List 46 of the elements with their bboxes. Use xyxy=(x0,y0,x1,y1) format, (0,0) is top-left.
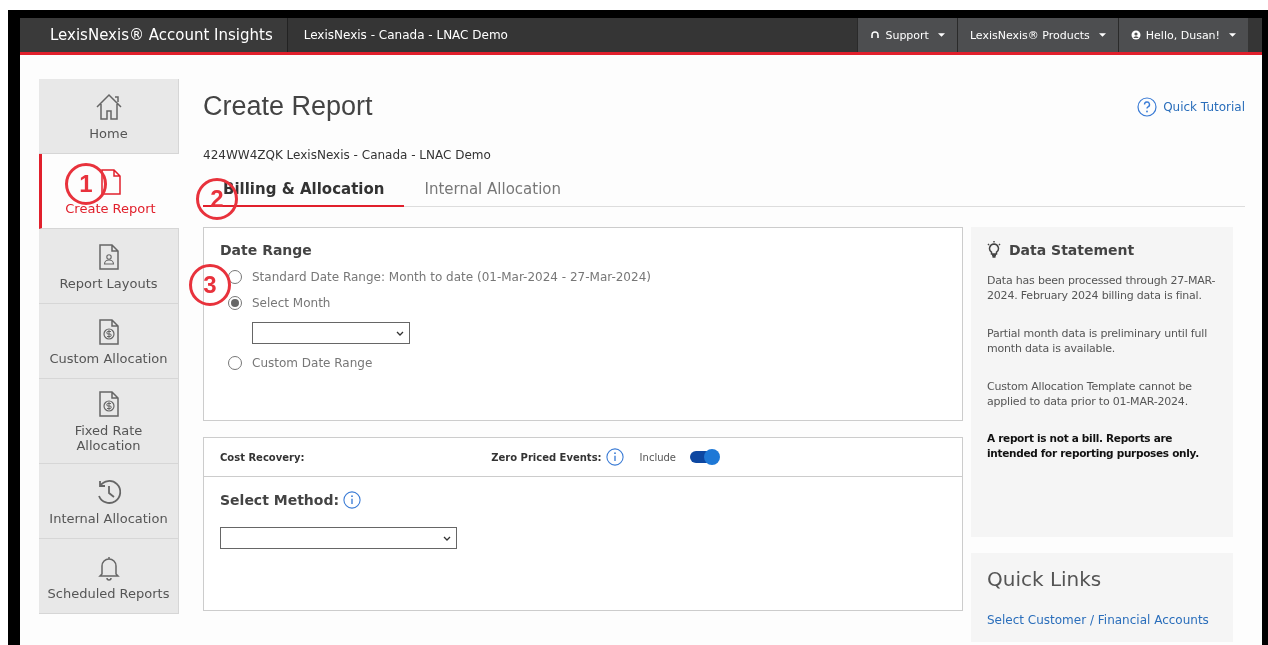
tab[interactable]: Internal Allocation xyxy=(404,174,581,207)
quick-link[interactable]: Select Customer / Financial Accounts xyxy=(987,613,1209,627)
statement-text: Custom Allocation Template cannot be applied to data prior to 01-MAR-2024. xyxy=(987,378,1193,410)
radio-label: Custom Date Range xyxy=(252,356,373,370)
chevron-down-icon xyxy=(443,536,451,541)
statement-text: A report is not a bill. Reports are intended for reporting purposes only. xyxy=(987,431,1200,461)
help-icon xyxy=(1137,96,1158,117)
nav-menu[interactable]: Support xyxy=(857,18,957,52)
sidebar-item[interactable]: Report Layouts xyxy=(39,229,179,304)
toggle-label: Include xyxy=(639,451,676,463)
app-brand[interactable]: LexisNexis® Account Insights xyxy=(20,18,288,52)
radio-label: Select Month xyxy=(252,296,331,310)
chevron-down-icon xyxy=(396,331,404,336)
panel-title: Quick Links xyxy=(987,567,1103,591)
nav-menu[interactable]: Hello, Dusan! xyxy=(1117,18,1248,52)
info-icon[interactable] xyxy=(605,448,624,466)
statement-text: Partial month data is preliminary until full month data is available. xyxy=(987,325,1208,357)
info-icon[interactable] xyxy=(343,491,362,509)
month-dropdown[interactable] xyxy=(252,322,410,344)
sidebar-item[interactable]: Custom Allocation xyxy=(39,304,179,379)
toggle-switch[interactable] xyxy=(690,451,718,463)
caret-icon xyxy=(937,32,945,38)
method-label: Select Method: xyxy=(220,492,340,508)
account-line: 424WW4ZQK LexisNexis - Canada - LNAC Demo xyxy=(203,148,492,162)
headset-icon xyxy=(870,30,881,40)
sidebar-item[interactable]: Fixed Rate Allocation xyxy=(39,379,179,464)
quick-tutorial-link[interactable]: Quick Tutorial xyxy=(1137,96,1245,117)
step-callout: 1 xyxy=(65,163,107,205)
cost-recovery-label: Cost Recovery: xyxy=(220,451,305,463)
panel-title: Data Statement xyxy=(1009,242,1135,258)
page-title: Create Report xyxy=(203,91,373,122)
user-icon xyxy=(1130,30,1141,40)
caret-icon xyxy=(1229,32,1236,38)
section-title: Date Range xyxy=(220,242,313,258)
statement-text: Data has been processed through 27-MAR-2024. February 2024 billing data is final. xyxy=(987,273,1217,304)
caret-icon xyxy=(1098,32,1106,38)
lightbulb-icon xyxy=(987,241,1001,259)
sidebar-item[interactable]: Home xyxy=(39,79,179,154)
method-dropdown[interactable] xyxy=(220,527,457,549)
radio-label: Standard Date Range: Month to date (01-Mar-2024 - 27-Mar-2024) xyxy=(252,270,651,284)
sidebar-item[interactable]: Internal Allocation xyxy=(39,464,179,539)
zero-priced-label: Zero Priced Events: xyxy=(491,451,602,463)
sidebar-item[interactable]: Scheduled Reports xyxy=(39,539,179,614)
nav-menu[interactable]: LexisNexis® Products xyxy=(956,18,1118,52)
account-name: LexisNexis - Canada - LNAC Demo xyxy=(302,27,508,44)
step-callout: 3 xyxy=(189,264,231,306)
